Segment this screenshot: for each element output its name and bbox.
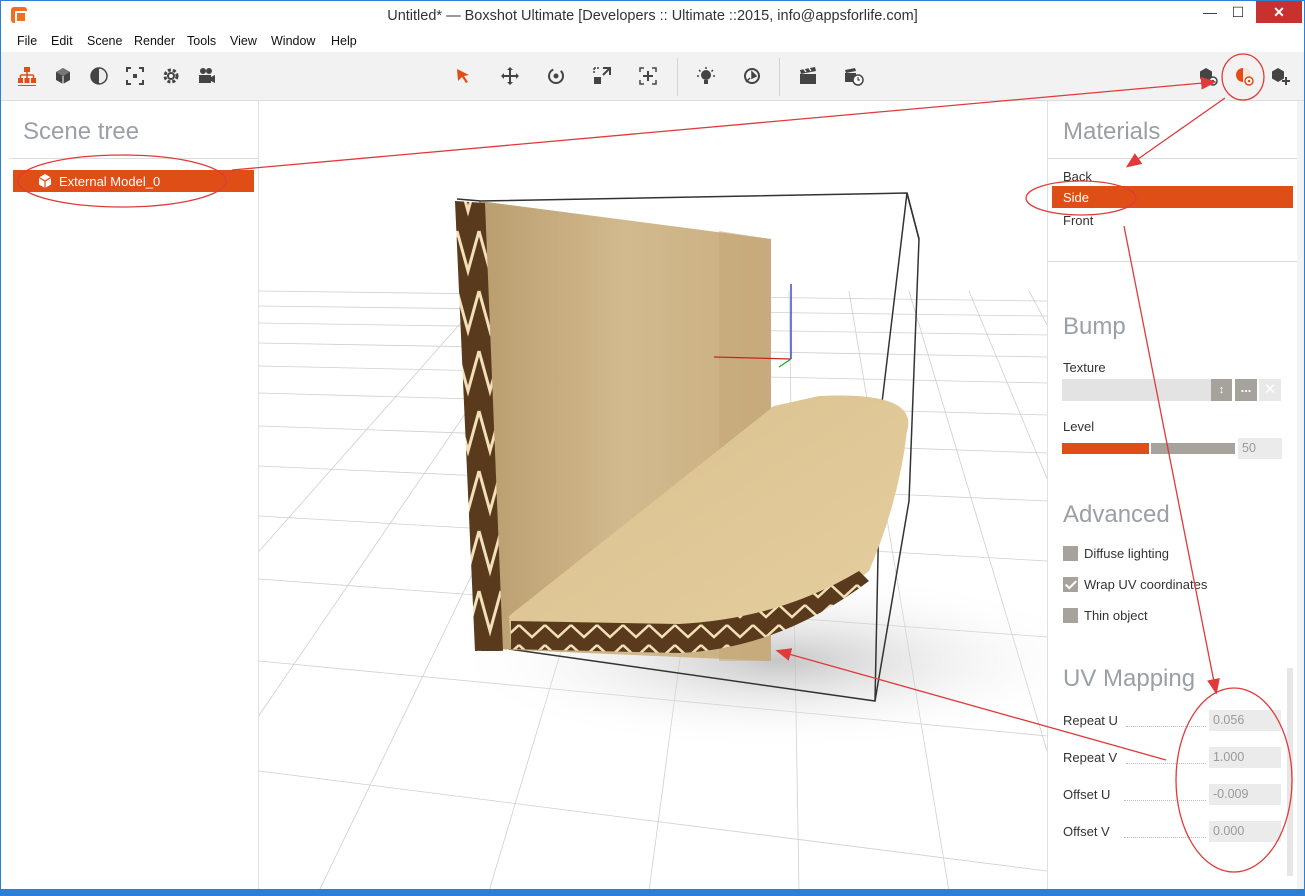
diffuse-lighting-label: Diffuse lighting xyxy=(1084,546,1170,561)
maximize-button[interactable]: ☐ xyxy=(1224,1,1252,23)
toolbar-separator xyxy=(779,58,780,96)
materials-title: Materials xyxy=(1063,118,1161,145)
scene-tree-title: Scene tree xyxy=(23,118,140,145)
repeat-u-field[interactable]: 0.056 xyxy=(1209,710,1281,731)
settings-gear-icon[interactable] xyxy=(161,66,181,86)
properties-panel: Materials Back Side Front Bump Texture ↕… xyxy=(1047,101,1298,889)
close-button[interactable]: ✕ xyxy=(1256,1,1302,23)
tree-item-external-model[interactable]: External Model_0 xyxy=(13,170,254,192)
material-item-front[interactable]: Front xyxy=(1063,213,1093,228)
render-timer-icon[interactable] xyxy=(844,66,864,86)
toolbar-separator xyxy=(677,58,678,96)
material-settings-icon[interactable] xyxy=(1234,66,1254,86)
tree-item-label: External Model_0 xyxy=(59,174,161,189)
repeat-v-field[interactable]: 1.000 xyxy=(1209,747,1281,768)
properties-scrollbar[interactable] xyxy=(1297,101,1304,889)
diffuse-lighting-checkbox[interactable] xyxy=(1063,546,1078,561)
select-arrow-icon[interactable] xyxy=(453,66,473,86)
toolbar xyxy=(0,52,1305,101)
clapper-icon[interactable] xyxy=(798,66,818,86)
level-slider-knob[interactable] xyxy=(1149,441,1151,456)
wrap-uv-label: Wrap UV coordinates xyxy=(1084,577,1208,592)
properties-scrollbar-thumb[interactable] xyxy=(1287,668,1293,876)
fit-icon[interactable] xyxy=(638,66,658,86)
level-label: Level xyxy=(1063,419,1095,434)
leader-dots xyxy=(1124,800,1206,801)
cube-icon xyxy=(38,174,52,188)
texture-select[interactable] xyxy=(1062,379,1232,401)
menu-edit[interactable]: Edit xyxy=(51,34,73,48)
menu-window[interactable]: Window xyxy=(271,34,315,48)
title-bar: Untitled* — Boxshot Ultimate [Developers… xyxy=(0,0,1305,30)
menu-bar: File Edit Scene Render Tools View Window… xyxy=(0,30,1305,52)
frame-select-icon[interactable] xyxy=(125,66,145,86)
texture-spin-button[interactable]: ↕ xyxy=(1211,379,1232,401)
texture-label: Texture xyxy=(1063,360,1106,375)
viewport-scene[interactable] xyxy=(259,101,1047,889)
3d-viewport[interactable] xyxy=(259,101,1047,889)
window-frame xyxy=(0,889,1305,896)
leader-dots xyxy=(1124,837,1206,838)
material-ball-icon[interactable] xyxy=(89,66,109,86)
environment-icon[interactable] xyxy=(742,66,762,86)
level-slider-fill xyxy=(1062,443,1149,454)
rotate-icon[interactable] xyxy=(546,66,566,86)
offset-v-label: Offset V xyxy=(1063,824,1110,839)
menu-file[interactable]: File xyxy=(17,34,37,48)
minimize-button[interactable]: — xyxy=(1196,1,1224,23)
offset-u-field[interactable]: -0.009 xyxy=(1209,784,1281,805)
menu-help[interactable]: Help xyxy=(331,34,357,48)
move-icon[interactable] xyxy=(500,66,520,86)
advanced-title: Advanced xyxy=(1063,501,1170,528)
menu-tools[interactable]: Tools xyxy=(187,34,216,48)
uv-mapping-title: UV Mapping xyxy=(1063,665,1196,692)
divider xyxy=(1048,158,1298,159)
level-value-field[interactable]: 50 xyxy=(1238,438,1282,459)
texture-browse-button[interactable]: ... xyxy=(1235,379,1257,401)
wrap-uv-checkbox[interactable] xyxy=(1063,577,1078,592)
repeat-v-label: Repeat V xyxy=(1063,750,1118,765)
menu-view[interactable]: View xyxy=(230,34,257,48)
leader-dots xyxy=(1126,763,1206,764)
divider xyxy=(1048,261,1298,262)
offset-v-field[interactable]: 0.000 xyxy=(1209,821,1281,842)
scene-tree-icon[interactable] xyxy=(17,66,37,86)
leader-dots xyxy=(1126,726,1206,727)
window-frame xyxy=(0,30,1,890)
thin-object-label: Thin object xyxy=(1084,608,1148,623)
camera-icon[interactable] xyxy=(197,66,217,86)
add-object-icon[interactable] xyxy=(1270,66,1290,86)
menu-render[interactable]: Render xyxy=(134,34,175,48)
light-icon[interactable] xyxy=(696,66,716,86)
scale-icon[interactable] xyxy=(592,66,612,86)
material-item-back[interactable]: Back xyxy=(1063,169,1092,184)
bump-title: Bump xyxy=(1063,313,1126,340)
repeat-u-label: Repeat U xyxy=(1063,713,1118,728)
material-item-label: Side xyxy=(1063,190,1090,205)
window-title: Untitled* — Boxshot Ultimate [Developers… xyxy=(387,8,918,24)
object-settings-icon[interactable] xyxy=(1198,66,1218,86)
object-cube-icon[interactable] xyxy=(53,66,73,86)
texture-clear-button[interactable]: ✕ xyxy=(1259,379,1281,401)
material-item-side[interactable]: Side xyxy=(1052,186,1293,208)
divider xyxy=(9,158,259,159)
menu-scene[interactable]: Scene xyxy=(87,34,122,48)
scene-tree-panel: Scene tree External Model_0 xyxy=(1,101,259,889)
thin-object-checkbox[interactable] xyxy=(1063,608,1078,623)
offset-u-label: Offset U xyxy=(1063,787,1111,802)
